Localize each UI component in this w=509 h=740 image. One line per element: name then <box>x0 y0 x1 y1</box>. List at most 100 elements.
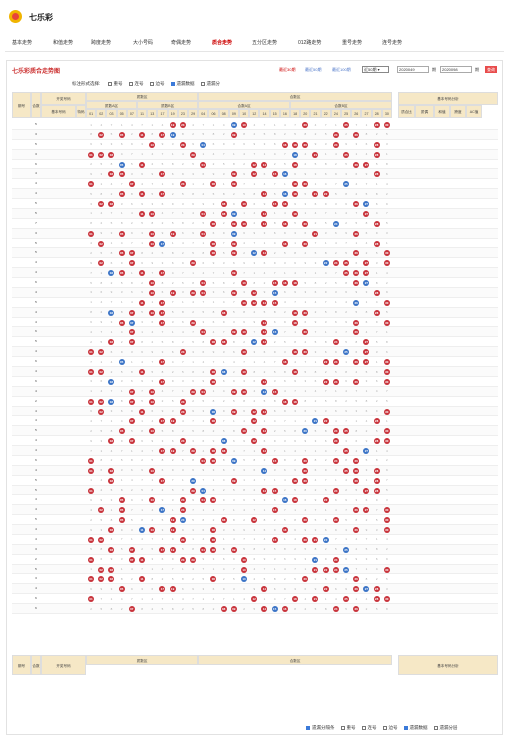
miss-value: 8 <box>314 280 317 285</box>
miss-value: 6 <box>233 438 235 443</box>
number-ball: 26 <box>353 507 360 514</box>
miss-value: 8 <box>324 517 327 522</box>
miss-value: 5 <box>161 606 164 611</box>
miss-value: 9 <box>253 497 256 502</box>
miss-value: 3 <box>375 349 378 354</box>
miss-value: 7 <box>131 507 133 512</box>
miss-value: 3 <box>192 171 194 176</box>
miss-value: 1 <box>182 211 184 216</box>
table-row: 5 4 02 1 4 7 1 13 17 1 4 7 1 06 7 09 4 7 1 4 16 1 20 7 1 4 7 1 4 28 1 <box>12 238 498 249</box>
footer-checkbox-2[interactable] <box>361 725 366 730</box>
recent-30-link[interactable]: 最近30期 <box>279 67 295 73</box>
number-ball: 05 <box>118 586 125 593</box>
miss-value: 5 <box>324 221 327 226</box>
nav-item-8[interactable]: 重号走势 <box>342 39 362 46</box>
miss-value: 4 <box>345 478 347 483</box>
special-ball: 15 <box>271 329 278 336</box>
miss-value: 2 <box>212 162 215 167</box>
number-ball: 11 <box>139 270 145 277</box>
miss-value: 6 <box>161 290 164 295</box>
miss-value: 8 <box>212 488 215 493</box>
miss-value: 6 <box>192 468 194 473</box>
miss-value: 2 <box>171 369 174 374</box>
number-ball: 13 <box>149 467 156 474</box>
table-row: 4 3 6 9 3 6 9 13 6 19 3 29 04 3 6 09 3 12 9 15 6 9 3 6 9 3 6 9 3 28 9 <box>12 287 498 298</box>
miss-value: 4 <box>243 507 245 512</box>
footer-checkbox-3[interactable] <box>382 725 387 730</box>
miss-value: 7 <box>263 122 266 127</box>
footer-checkbox-1[interactable] <box>340 725 345 730</box>
miss-value: 5 <box>253 606 256 611</box>
miss-value: 6 <box>120 409 123 414</box>
period-select[interactable]: 近50期 ▾ <box>362 66 389 73</box>
number-ball: 10 <box>241 329 247 336</box>
nav-item-9[interactable]: 连号走势 <box>382 39 402 46</box>
nav-item-5[interactable]: 质合走势 <box>212 39 232 46</box>
from-issue-input[interactable]: 2020049 <box>397 66 429 73</box>
miss-value: 3 <box>131 171 133 176</box>
special-ball: 06 <box>210 408 217 415</box>
nav-item-1[interactable]: 和值走势 <box>53 39 73 46</box>
miss-value: 3 <box>100 171 103 176</box>
miss-value: 7 <box>284 152 286 157</box>
miss-value: 2 <box>294 458 296 463</box>
miss-value: 6 <box>100 468 103 473</box>
miss-value: 9 <box>324 290 327 295</box>
option-checkbox-3[interactable] <box>170 81 175 86</box>
number-ball: 13 <box>149 428 156 435</box>
miss-value: 5 <box>375 517 378 522</box>
miss-value: 3 <box>110 409 113 414</box>
miss-value: 2 <box>100 488 103 493</box>
option-checkbox-1[interactable] <box>128 81 133 86</box>
miss-value: 6 <box>294 171 296 176</box>
miss-value: 1 <box>120 122 123 127</box>
miss-value: 9 <box>100 497 103 502</box>
nav-item-4[interactable]: 奇偶走势 <box>171 39 191 46</box>
number-ball: 18 <box>292 596 298 603</box>
miss-value: 3 <box>161 349 164 354</box>
trend-panel: 七乐彩质合走势图 最近30期 最近50期 最近100期 近50期 ▾ 20200… <box>6 60 503 735</box>
miss-value: 6 <box>304 320 307 325</box>
option-checkbox-2[interactable] <box>149 81 154 86</box>
miss-value: 1 <box>273 211 276 216</box>
nav-item-6[interactable]: 五分区走势 <box>252 39 277 46</box>
footer-checkbox-5[interactable] <box>433 725 438 730</box>
table-row: 6 5 8 2 5 8 2 13 8 2 5 8 04 5 8 2 10 8 2 15 16 18 5 8 2 5 8 26 27 8 2 <box>12 278 498 288</box>
miss-value: 7 <box>171 478 174 483</box>
nav-item-7[interactable]: 012路走势 <box>298 39 321 46</box>
miss-value: 4 <box>110 448 113 453</box>
miss-value: 6 <box>212 586 215 591</box>
number-ball: 29 <box>190 448 196 455</box>
number-ball: 14 <box>261 448 268 455</box>
recent-100-link[interactable]: 最近100期 <box>332 67 351 73</box>
miss-value: 4 <box>294 270 296 275</box>
nav-item-0[interactable]: 基本走势 <box>12 39 32 46</box>
number-ball: 18 <box>292 369 298 375</box>
query-button[interactable]: 查询 <box>485 66 497 73</box>
recent-50-link[interactable]: 最近50期 <box>305 67 321 73</box>
miss-value: 9 <box>192 586 194 591</box>
nav-item-3[interactable]: 大小号码 <box>133 39 153 46</box>
number-ball: 09 <box>230 546 237 553</box>
option-checkbox-4[interactable] <box>200 81 205 86</box>
miss-value: 6 <box>324 349 327 354</box>
number-ball: 27 <box>363 260 370 267</box>
number-ball: 20 <box>302 536 309 543</box>
option-checkbox-0[interactable] <box>107 81 112 86</box>
miss-value: 8 <box>273 576 276 581</box>
nav-item-2[interactable]: 跨度走势 <box>91 39 111 46</box>
miss-value: 4 <box>171 270 174 275</box>
miss-value: 2 <box>110 458 113 463</box>
number-ball: 26 <box>353 329 360 336</box>
to-issue-input[interactable]: 2020098 <box>440 66 472 73</box>
number-ball: 30 <box>383 299 390 306</box>
miss-value: 2 <box>314 576 317 581</box>
miss-value: 1 <box>151 567 154 572</box>
number-ball: 12 <box>251 289 258 296</box>
footer-checkbox-4[interactable] <box>403 725 408 730</box>
footer-checkbox-0[interactable] <box>306 725 310 730</box>
number-ball: 01 <box>88 596 94 603</box>
miss-value: 9 <box>171 379 174 384</box>
miss-value: 4 <box>192 122 194 127</box>
num-col-header: 12 <box>249 109 260 118</box>
